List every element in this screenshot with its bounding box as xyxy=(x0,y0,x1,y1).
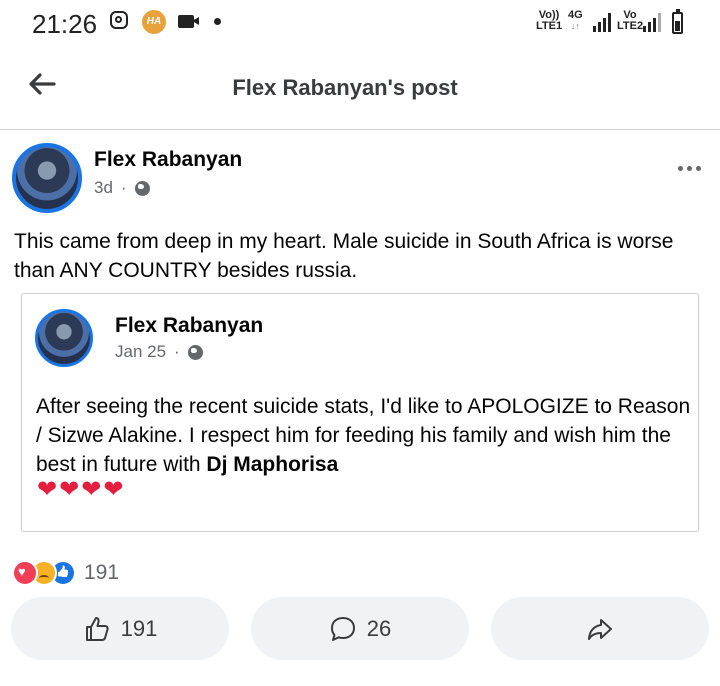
comment-icon xyxy=(330,616,355,641)
dot-icon xyxy=(696,166,701,171)
video-camera-icon xyxy=(178,15,194,28)
shared-post-meta: Jan 25 · xyxy=(115,342,203,362)
comment-button[interactable]: 26 xyxy=(251,597,469,660)
shared-post-card[interactable]: Flex Rabanyan Jan 25 · After seeing the … xyxy=(21,293,699,532)
post-time[interactable]: 3d xyxy=(94,178,113,198)
like-button[interactable]: 191 xyxy=(11,597,229,660)
shared-post-text-main: After seeing the recent suicide stats, I… xyxy=(36,395,691,476)
comment-count: 26 xyxy=(366,615,392,641)
battery-icon xyxy=(672,9,683,34)
shared-author-name[interactable]: Flex Rabanyan xyxy=(115,314,263,338)
thumbs-up-icon xyxy=(85,616,109,641)
globe-icon xyxy=(134,180,150,196)
reactions-summary[interactable]: 191 xyxy=(12,560,119,586)
globe-icon xyxy=(187,344,203,360)
meta-separator: · xyxy=(120,178,127,197)
love-reaction-icon xyxy=(12,560,38,586)
more-options-button[interactable] xyxy=(678,166,706,178)
dot-icon xyxy=(678,166,683,171)
signal-strength-2-icon xyxy=(643,12,661,32)
sim1-volte-label: Vo)) LTE1 xyxy=(536,10,562,32)
reaction-count: 191 xyxy=(84,561,120,584)
meta-separator: · xyxy=(174,342,180,361)
sim2-volte-label: Vo LTE2 xyxy=(617,10,643,32)
page-header: Flex Rabanyan's post xyxy=(0,46,720,130)
post-author-name[interactable]: Flex Rabanyan xyxy=(94,148,242,172)
share-button[interactable] xyxy=(491,597,709,660)
data-arrows-icon: ↓↑ xyxy=(570,21,580,31)
shared-post-time[interactable]: Jan 25 xyxy=(115,342,166,362)
sim2-volte-bottom: LTE2 xyxy=(617,20,644,32)
shared-post-text: After seeing the recent suicide stats, I… xyxy=(36,392,696,479)
status-bar: 21:26 HA Vo)) LTE1 4G ↓↑ Vo LTE2 xyxy=(0,0,720,46)
network-type-text: 4G xyxy=(568,9,583,21)
more-notifications-dot xyxy=(214,18,221,25)
network-type-label: 4G ↓↑ xyxy=(568,10,583,32)
post-meta: 3d · xyxy=(94,178,150,198)
instagram-icon xyxy=(110,11,128,29)
heart-emojis: ❤❤❤❤ xyxy=(37,476,126,503)
post-text: This came from deep in my heart. Male su… xyxy=(14,230,674,282)
author-avatar[interactable] xyxy=(12,143,82,213)
page-title: Flex Rabanyan's post xyxy=(232,75,458,100)
app-notification-icon: HA xyxy=(142,10,166,34)
share-icon xyxy=(588,618,612,640)
signal-strength-icon xyxy=(593,12,611,32)
dot-icon xyxy=(687,166,692,171)
mentioned-name[interactable]: Dj Maphorisa xyxy=(206,453,338,476)
like-count: 191 xyxy=(120,615,158,641)
status-time: 21:26 xyxy=(32,9,98,39)
sim1-volte-bottom: LTE1 xyxy=(536,20,563,32)
shared-author-avatar[interactable] xyxy=(35,309,93,367)
